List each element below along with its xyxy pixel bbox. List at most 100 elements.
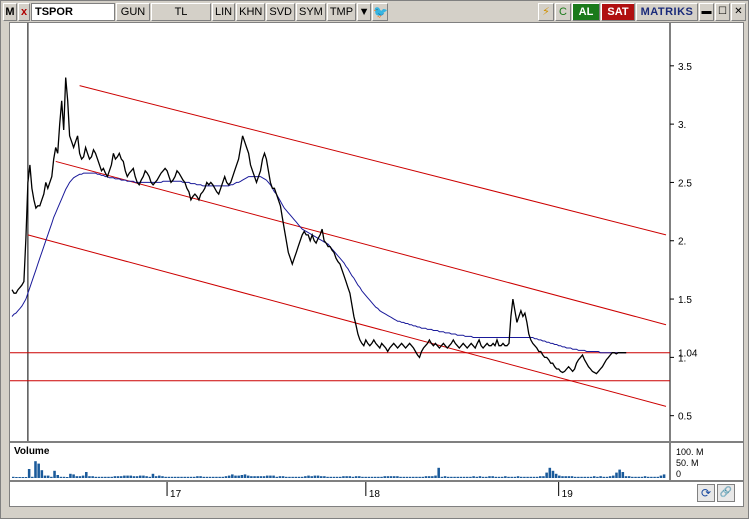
- volume-bar: [199, 476, 202, 478]
- volume-bar: [100, 476, 104, 478]
- volume-bar: [545, 472, 548, 478]
- price-chart[interactable]: 3.5 3. 2.5 2. 1.5 1. 0.5 1.04: [9, 22, 744, 442]
- volume-bar: [126, 475, 129, 478]
- volume-bar: [510, 476, 513, 478]
- volume-bar: [621, 472, 625, 478]
- volume-bar: [329, 476, 333, 478]
- volume-bar: [596, 476, 599, 478]
- volume-panel[interactable]: 100. M 50. M0 Volume: [9, 442, 744, 481]
- volume-bar: [548, 467, 552, 478]
- volume-bar: [278, 476, 282, 478]
- volume-bar: [624, 476, 628, 478]
- scale-button[interactable]: LIN: [212, 3, 236, 21]
- volume-bar: [627, 476, 631, 478]
- volume-bar: [402, 476, 406, 478]
- volume-bar: [110, 476, 113, 478]
- volume-bar: [472, 476, 475, 478]
- volume-bar: [618, 469, 621, 478]
- brand-logo: MATRIKS: [636, 3, 698, 21]
- buy-button[interactable]: AL: [572, 3, 600, 21]
- volume-bar: [34, 461, 37, 478]
- volume-bar: [462, 476, 466, 478]
- volume-bar: [637, 476, 640, 478]
- volume-label: Volume: [14, 446, 50, 457]
- dropdown-icon[interactable]: ▼: [357, 3, 372, 21]
- price-chart-svg: 3.53.2.52.1.51.0.51.04: [10, 23, 698, 441]
- volume-bar: [364, 476, 367, 478]
- minimize-icon[interactable]: ▬: [699, 3, 714, 21]
- volume-bar: [459, 476, 463, 478]
- volume-bar: [491, 476, 494, 478]
- volume-bar: [62, 476, 66, 478]
- volume-bar: [542, 476, 545, 478]
- volume-bar: [323, 476, 326, 478]
- volume-bar: [265, 475, 269, 478]
- volume-bar: [304, 476, 307, 478]
- volume-bar: [612, 475, 615, 478]
- y-tick-label: 1.5: [678, 295, 692, 306]
- volume-bar: [37, 463, 40, 478]
- volume-bar: [592, 476, 596, 478]
- tmp-button[interactable]: TMP: [326, 3, 357, 21]
- volume-bar: [177, 476, 180, 478]
- menu-button[interactable]: M: [3, 3, 17, 21]
- volume-bar: [573, 476, 577, 478]
- volume-bar: [339, 476, 342, 478]
- volume-bar: [539, 476, 542, 478]
- volume-bar: [631, 476, 634, 478]
- volume-bar: [358, 476, 361, 478]
- volume-bar: [504, 476, 507, 478]
- volume-bar: [224, 476, 228, 478]
- svd-button[interactable]: SVD: [266, 3, 295, 21]
- sync-icon[interactable]: ⟳: [697, 484, 715, 502]
- moving-average-series: [11, 172, 627, 354]
- lock-icon[interactable]: 🔗: [717, 484, 735, 502]
- remove-symbol-button[interactable]: x: [18, 3, 30, 21]
- volume-bar: [158, 475, 161, 478]
- volume-bar: [335, 476, 339, 478]
- volume-bar: [173, 476, 177, 478]
- volume-bar: [138, 475, 142, 478]
- volume-bar: [196, 476, 199, 478]
- volume-bar: [218, 476, 221, 478]
- refresh-icon[interactable]: C: [555, 3, 571, 21]
- volume-bar: [507, 476, 510, 478]
- volume-bar: [465, 476, 469, 478]
- trend-channel-line: [55, 160, 667, 326]
- volume-bar: [281, 476, 285, 478]
- volume-bar: [78, 476, 82, 478]
- volume-bar: [313, 475, 317, 478]
- currency-button[interactable]: TL: [151, 3, 211, 21]
- volume-bar: [269, 475, 272, 478]
- volume-bar: [373, 476, 377, 478]
- volume-tick-label: 0: [676, 469, 681, 479]
- volume-bar: [516, 476, 520, 478]
- volume-bar: [227, 475, 231, 478]
- sell-button[interactable]: SAT: [601, 3, 635, 21]
- trend-channel-line: [79, 85, 667, 236]
- close-icon[interactable]: ✕: [731, 3, 746, 21]
- volume-bar: [288, 476, 291, 478]
- volume-bar: [24, 477, 28, 478]
- volume-bar: [88, 476, 91, 478]
- volume-bar: [437, 467, 440, 478]
- volume-bar: [615, 472, 618, 478]
- volume-bar: [21, 477, 25, 478]
- volume-bar: [640, 476, 644, 478]
- volume-bar: [85, 472, 88, 478]
- maximize-icon[interactable]: ☐: [715, 3, 730, 21]
- volume-bar: [446, 476, 450, 478]
- volume-bar: [408, 476, 412, 478]
- sym-button[interactable]: SYM: [295, 3, 326, 21]
- volume-bar: [354, 476, 358, 478]
- lightning-icon[interactable]: ⚡: [538, 3, 554, 21]
- symbol-input[interactable]: TSPOR: [31, 3, 115, 21]
- twitter-icon[interactable]: 🐦: [372, 3, 389, 21]
- volume-bar: [253, 476, 256, 478]
- volume-bar: [440, 476, 444, 478]
- volume-bar: [69, 473, 72, 478]
- volume-bar: [300, 476, 304, 478]
- khn-button[interactable]: KHN: [236, 3, 266, 21]
- volume-bar: [50, 476, 53, 478]
- period-button[interactable]: GUN: [116, 3, 150, 21]
